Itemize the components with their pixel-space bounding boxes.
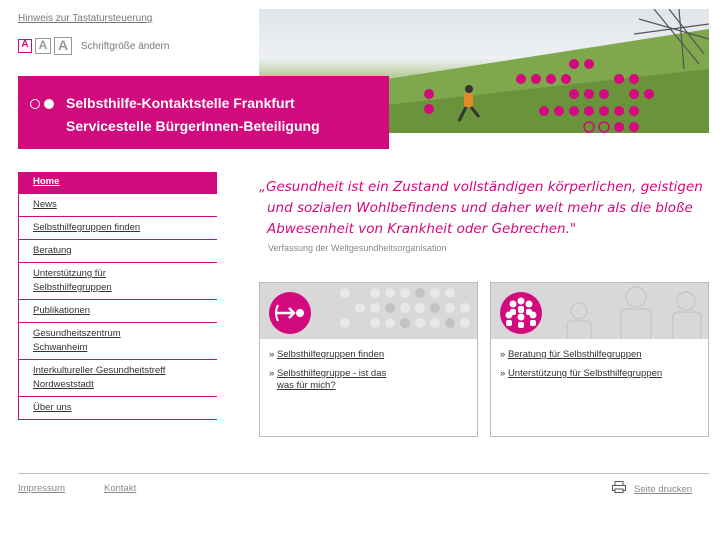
link-selbsthilfegruppe-fuer-mich[interactable]: Selbsthilfegruppe - ist das was für mich? [269,368,386,391]
main-navigation: Home News Selbsthilfegruppen finden Bera… [18,172,217,420]
quote-line2: und sozialen Wohlbefindens und daher wei… [267,200,693,216]
nav-item-selbsthilfegruppen-finden[interactable]: Selbsthilfegruppen finden [18,217,217,240]
teaser-box-find-groups: » Selbsthilfegruppen finden » Selbsthilf… [259,282,478,437]
circle-outline-icon [30,99,40,109]
printer-icon [612,480,626,498]
site-title-line2: Servicestelle BürgerInnen-Beteiligung [66,118,320,134]
link-unterstuetzung-fuer-selbsthilfegruppen[interactable]: Unterstützung für Selbsthilfegruppen [508,368,662,379]
font-size-label: Schriftgröße ändern [81,40,170,52]
nav-item-unterstuetzung[interactable]: Unterstützung für Selbsthilfegruppen [18,263,217,300]
quote-line1: „Gesundheit ist ein Zustand vollständige… [259,179,703,195]
nav-item-ueber-uns[interactable]: Über uns [18,397,217,420]
font-size-small-button[interactable]: A [18,39,32,53]
print-page-button[interactable]: Seite drucken [612,480,692,498]
footer-impressum-link[interactable]: Impressum [18,483,65,494]
skip-link[interactable]: Hinweis zur Tastatursteuerung [18,13,152,24]
group-people-icon [500,292,542,334]
footer-divider [18,473,709,474]
site-title-line1: Selbsthilfe-Kontaktstelle Frankfurt [66,95,295,111]
arrow-in-icon [269,292,311,334]
circle-filled-icon [44,99,54,109]
quote-line3: Abwesenheit von Krankheit oder Gebrechen… [267,221,577,237]
font-size-large-button[interactable]: A [54,37,72,55]
footer-kontakt-link[interactable]: Kontakt [104,483,136,494]
site-title-banner: Selbsthilfe-Kontaktstelle Frankfurt Serv… [18,76,389,149]
nav-item-news[interactable]: News [18,194,217,217]
nav-item-gesundheitstreff[interactable]: Interkultureller Gesundheitstreff Nordwes… [18,360,217,397]
font-size-controls: A A A Schriftgröße ändern [18,37,169,55]
teaser-banner [260,283,477,339]
quote-source: Verfassung der Weltgesundheitsorganisati… [268,243,447,253]
link-beratung-fuer-selbsthilfegruppen[interactable]: Beratung für Selbsthilfegruppen [508,349,642,360]
teaser-banner [491,283,708,339]
nav-item-gesundheitszentrum[interactable]: Gesundheitszentrum Schwanheim [18,323,217,360]
link-selbsthilfegruppen-finden[interactable]: Selbsthilfegruppen finden [277,349,384,360]
nav-item-home[interactable]: Home [18,172,217,194]
print-page-label: Seite drucken [634,483,693,495]
nav-item-publikationen[interactable]: Publikationen [18,300,217,323]
teaser-box-support: » Beratung für Selbsthilfegruppen » Unte… [490,282,709,437]
who-quote: „Gesundheit ist ein Zustand vollständige… [259,177,703,240]
nav-item-beratung[interactable]: Beratung [18,240,217,263]
font-size-medium-button[interactable]: A [35,38,51,54]
